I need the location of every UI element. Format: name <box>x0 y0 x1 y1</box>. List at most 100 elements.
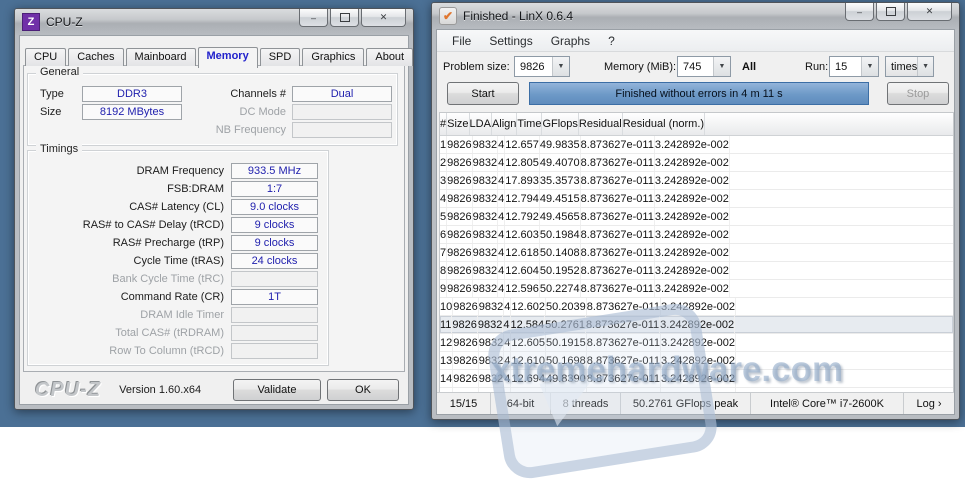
column-header[interactable]: # <box>440 113 447 135</box>
cell-filler <box>730 244 953 261</box>
cell-lda: 9832 <box>473 190 498 207</box>
table-row[interactable]: 6 9826 9832 4 12.603 50.1984 8.873627e-0… <box>440 226 953 244</box>
table-row[interactable]: 5 9826 9832 4 12.792 49.4565 8.873627e-0… <box>440 208 953 226</box>
cell-filler <box>736 298 953 315</box>
table-row[interactable]: 14 9826 9832 4 12.694 49.8390 8.873627e-… <box>440 370 953 388</box>
cell-residual-norm: 3.242892e-002 <box>655 226 730 243</box>
cpuz-tab[interactable]: SPD <box>260 48 301 66</box>
chevron-down-icon[interactable]: ▼ <box>713 57 730 76</box>
cell-lda: 9832 <box>473 244 498 261</box>
chevron-down-icon[interactable]: ▼ <box>861 57 878 76</box>
cell-align: 4 <box>504 334 511 351</box>
cpuz-close-button[interactable]: ✕ <box>361 9 406 27</box>
desktop-background: Z CPU-Z – ✕ CPU Caches Mainboard Memory … <box>0 0 965 427</box>
cell-gflops: 50.1952 <box>540 262 581 279</box>
table-row[interactable]: 2 9826 9832 4 12.805 49.4070 8.873627e-0… <box>440 154 953 172</box>
linx-maximize-button[interactable] <box>876 3 905 21</box>
cell-lda: 9832 <box>479 370 504 387</box>
memory-field-row: Channels # Dual <box>176 86 392 102</box>
column-header[interactable]: Residual (norm.) <box>623 113 705 135</box>
column-header[interactable]: Residual <box>579 113 623 135</box>
validate-button[interactable]: Validate <box>233 379 321 401</box>
cell-run-number: 14 <box>440 370 453 387</box>
cell-gflops: 49.4515 <box>540 190 581 207</box>
table-row[interactable]: 4 9826 9832 4 12.794 49.4515 8.873627e-0… <box>440 190 953 208</box>
cell-residual-norm: 3.242892e-002 <box>655 244 730 261</box>
cell-run-number: 8 <box>440 262 447 279</box>
chevron-down-icon[interactable]: ▼ <box>917 57 933 76</box>
cell-run-number: 3 <box>440 172 447 189</box>
timings-group-title: Timings <box>36 143 82 155</box>
linx-close-button[interactable]: ✕ <box>907 3 952 21</box>
column-header[interactable]: GFlops <box>542 113 578 135</box>
run-count-value: 15 <box>830 61 861 73</box>
cell-residual-norm: 3.242892e-002 <box>661 334 736 351</box>
stop-button[interactable]: Stop <box>887 82 949 105</box>
cell-time: 12.694 <box>511 370 546 387</box>
status-threads: 8 threads <box>551 393 621 414</box>
cell-size: 9826 <box>447 154 472 171</box>
cpuz-tab[interactable]: CPU <box>25 48 66 66</box>
cell-filler <box>730 208 953 225</box>
table-row[interactable]: 11 9826 9832 4 12.584 50.2761 8.873627e-… <box>440 316 953 334</box>
cell-time: 12.794 <box>505 190 540 207</box>
problem-size-combo[interactable]: 9826 ▼ <box>514 56 570 77</box>
table-row[interactable]: 8 9826 9832 4 12.604 50.1952 8.873627e-0… <box>440 262 953 280</box>
cpuz-client-area: CPU Caches Mainboard Memory SPD Graphics… <box>19 35 409 405</box>
linx-app-icon: ✔ <box>439 7 457 25</box>
column-header[interactable]: Size <box>447 113 469 135</box>
run-unit-combo[interactable]: times ▼ <box>885 56 934 77</box>
status-gflops-peak: 50.2761 GFlops peak <box>621 393 751 414</box>
problem-size-value: 9826 <box>515 61 552 73</box>
table-row[interactable]: 7 9826 9832 4 12.618 50.1408 8.873627e-0… <box>440 244 953 262</box>
cpuz-minimize-button[interactable]: – <box>299 9 328 27</box>
cell-run-number: 12 <box>440 334 453 351</box>
table-row[interactable]: 3 9826 9832 4 17.893 35.3573 8.873627e-0… <box>440 172 953 190</box>
column-header[interactable]: Align <box>492 113 517 135</box>
linx-minimize-button[interactable]: – <box>845 3 874 21</box>
column-header[interactable]: LDA <box>470 113 492 135</box>
cell-filler <box>730 172 953 189</box>
timing-field-row: FSB:DRAM 1:7 <box>32 181 318 197</box>
cpuz-tab[interactable]: Memory <box>198 47 258 68</box>
cell-align: 4 <box>498 208 505 225</box>
cell-residual-norm: 3.242892e-002 <box>661 370 736 387</box>
table-row[interactable]: 1 9826 9832 4 12.657 49.9835 8.873627e-0… <box>440 136 953 154</box>
start-button[interactable]: Start <box>447 82 519 105</box>
run-count-combo[interactable]: 15 ▼ <box>829 56 879 77</box>
menu-item[interactable]: Settings <box>480 32 541 50</box>
cell-gflops: 50.2274 <box>540 280 581 297</box>
cell-size: 9826 <box>447 208 472 225</box>
cpuz-tab[interactable]: About <box>366 48 413 66</box>
table-row[interactable]: 9 9826 9832 4 12.596 50.2274 8.873627e-0… <box>440 280 953 298</box>
linx-titlebar[interactable]: ✔ Finished - LinX 0.6.4 – ✕ <box>432 3 959 29</box>
ok-button[interactable]: OK <box>327 379 399 401</box>
column-header[interactable]: Time <box>517 113 542 135</box>
field-value: 9 clocks <box>231 235 318 251</box>
cell-time: 12.596 <box>505 280 540 297</box>
menu-item[interactable]: ? <box>599 32 624 50</box>
cpuz-tab[interactable]: Caches <box>68 48 123 66</box>
cell-time: 12.605 <box>511 334 546 351</box>
cpuz-tab[interactable]: Mainboard <box>126 48 196 66</box>
table-row[interactable]: 12 9826 9832 4 12.605 50.1915 8.873627e-… <box>440 334 953 352</box>
cell-size: 9826 <box>447 172 472 189</box>
cpuz-maximize-button[interactable] <box>330 9 359 27</box>
cell-align: 4 <box>498 226 505 243</box>
menu-item[interactable]: Graphs <box>542 32 599 50</box>
cell-lda: 9832 <box>473 208 498 225</box>
cell-gflops: 50.1408 <box>540 244 581 261</box>
cpuz-tab[interactable]: Graphics <box>302 48 364 66</box>
cpuz-memory-tabpage: General Type DDR3 Size 8192 MBytes <box>23 65 405 372</box>
field-label: RAS# Precharge (tRP) <box>32 237 231 249</box>
memory-combo[interactable]: 745 ▼ <box>677 56 731 77</box>
table-row[interactable]: 10 9826 9832 4 12.602 50.2039 8.873627e-… <box>440 298 953 316</box>
cell-align: 4 <box>498 172 505 189</box>
cell-lda: 9832 <box>473 172 498 189</box>
cpuz-titlebar[interactable]: Z CPU-Z – ✕ <box>15 9 413 35</box>
menu-item[interactable]: File <box>443 32 480 50</box>
field-label: DRAM Frequency <box>32 165 231 177</box>
chevron-down-icon[interactable]: ▼ <box>552 57 569 76</box>
status-log-link[interactable]: Log › <box>904 393 954 414</box>
table-row[interactable]: 13 9826 9832 4 12.610 50.1698 8.873627e-… <box>440 352 953 370</box>
